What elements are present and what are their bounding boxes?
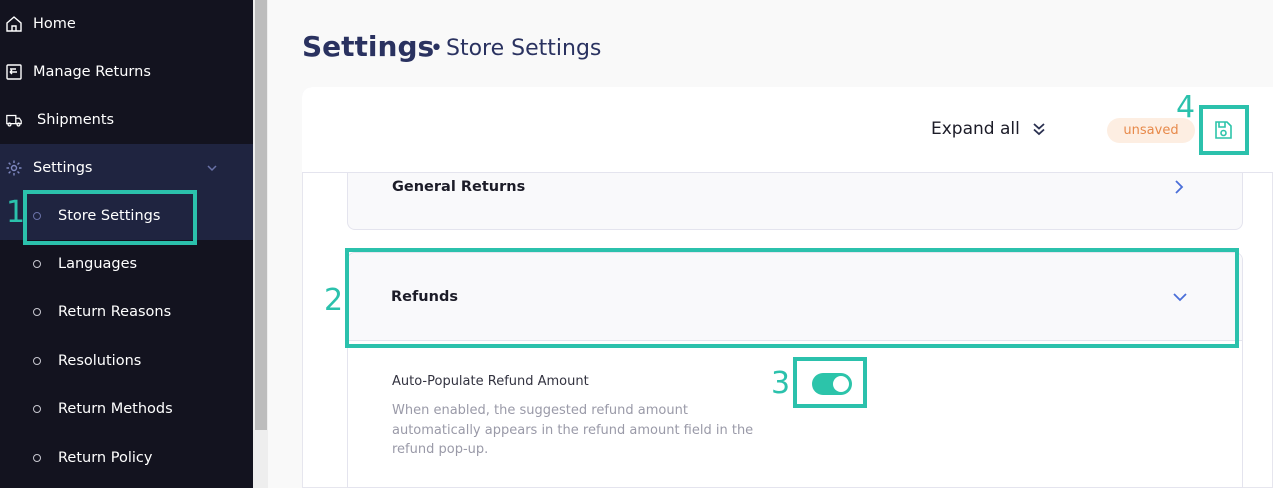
setting-description: When enabled, the suggested refund amoun… [392, 403, 754, 457]
page-subtitle: Store Settings [446, 36, 602, 61]
sidebar-subitem-languages[interactable]: Languages [0, 240, 253, 288]
bullet-icon [33, 308, 41, 316]
bullet-icon [33, 260, 41, 268]
gear-icon [6, 160, 22, 176]
annotation-box-4 [1199, 105, 1249, 155]
sidebar-item-label: Shipments [37, 112, 115, 128]
sidebar-subitem-return-methods[interactable]: Return Methods [0, 385, 253, 433]
annotation-number-1: 1 [6, 195, 26, 230]
returns-box-icon [6, 64, 22, 80]
annotation-box-2 [345, 248, 1239, 348]
sidebar-item-settings[interactable]: Settings [0, 144, 253, 192]
chevron-right-icon[interactable] [1172, 179, 1186, 195]
bullet-icon [33, 357, 41, 365]
sidebar-subitem-label: Return Policy [58, 450, 153, 466]
general-returns-section[interactable]: General Returns [347, 172, 1243, 230]
home-icon [6, 16, 22, 32]
sidebar-item-label: Manage Returns [33, 64, 151, 80]
sidebar-subitem-label: Resolutions [58, 353, 142, 369]
sidebar-item-label: Settings [33, 160, 93, 176]
sidebar-subitem-return-reasons[interactable]: Return Reasons [0, 288, 253, 336]
expand-all-button[interactable]: Expand all [931, 119, 1020, 139]
sidebar-item-home[interactable]: Home [0, 0, 253, 48]
sidebar-subitem-return-policy[interactable]: Return Policy [0, 434, 253, 482]
sidebar-item-label: Home [33, 16, 76, 32]
annotation-box-3 [793, 357, 867, 408]
breadcrumb-separator: • [430, 36, 443, 61]
sidebar-subitem-label: Return Reasons [58, 304, 172, 320]
annotation-box-1 [23, 190, 197, 245]
setting-label: Auto-Populate Refund Amount [392, 374, 589, 389]
annotation-number-3: 3 [771, 366, 791, 401]
sidebar-item-shipments[interactable]: Shipments [0, 96, 253, 144]
double-chevron-down-icon[interactable] [1031, 121, 1047, 137]
truck-icon [6, 114, 22, 127]
annotation-number-4: 4 [1176, 90, 1196, 125]
bullet-icon [33, 405, 41, 413]
section-title: General Returns [392, 179, 526, 195]
sidebar-subitem-label: Languages [58, 256, 138, 272]
annotation-number-2: 2 [324, 283, 344, 318]
chevron-down-icon [207, 165, 217, 172]
page-title: Settings [302, 30, 435, 63]
sidebar-item-manage-returns[interactable]: Manage Returns [0, 48, 253, 96]
sidebar-subitem-resolutions[interactable]: Resolutions [0, 337, 253, 385]
sidebar-scrollbar-thumb[interactable] [255, 0, 267, 430]
sidebar-subitem-label: Return Methods [58, 401, 173, 417]
bullet-icon [33, 454, 41, 462]
